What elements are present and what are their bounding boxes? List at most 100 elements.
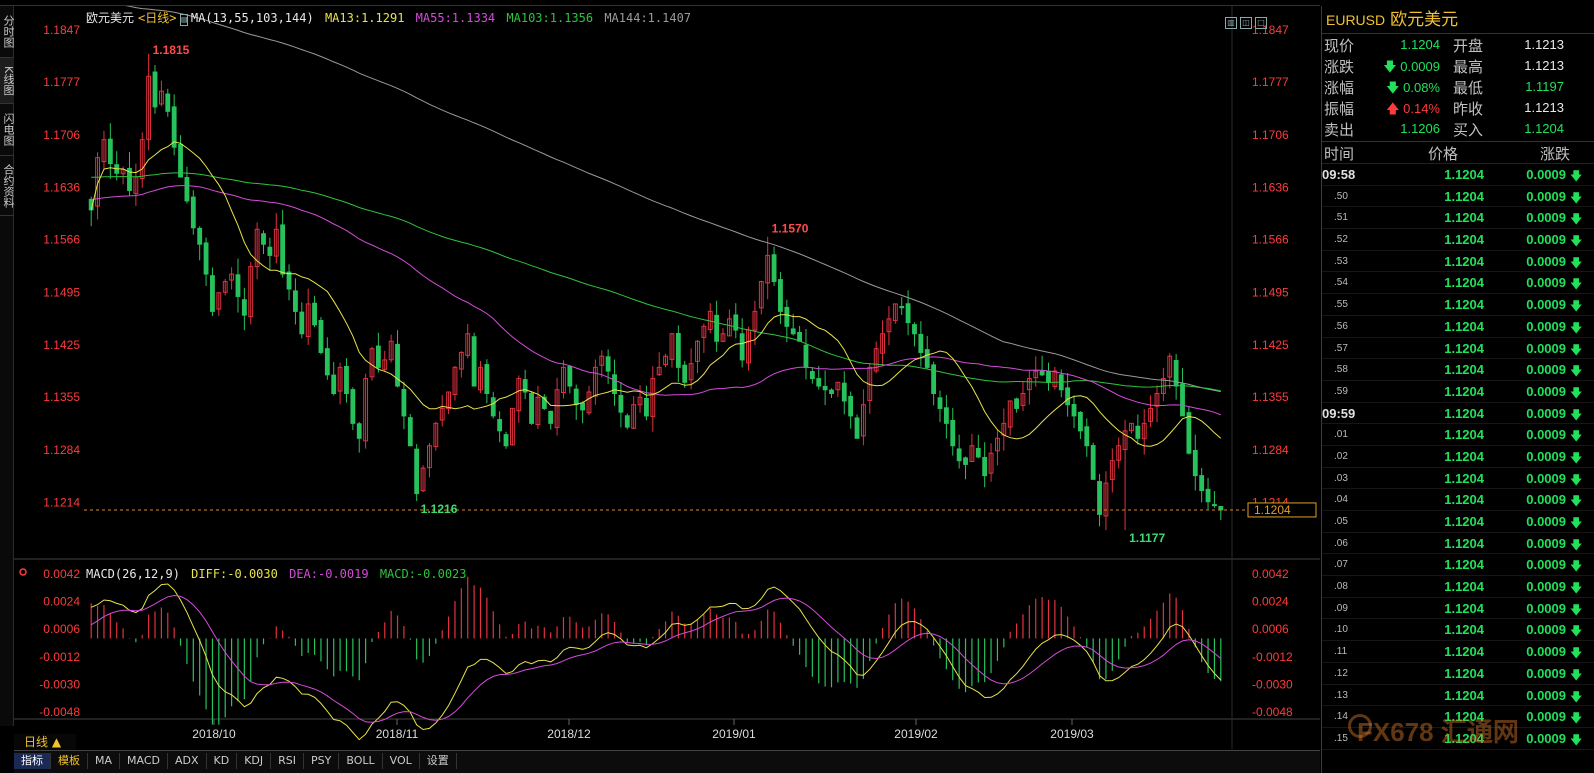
tab-kd[interactable]: KD bbox=[207, 753, 238, 769]
tick-change: 0.0009 bbox=[1526, 340, 1566, 356]
price-axis-label-left: 1.1847 bbox=[43, 23, 80, 37]
candle-body bbox=[899, 306, 905, 309]
tick-time: .11 bbox=[1334, 646, 1348, 658]
extreme-label: 1.1177 bbox=[1129, 531, 1165, 545]
tab-adx[interactable]: ADX bbox=[168, 753, 207, 769]
tab-vol[interactable]: VOL bbox=[383, 753, 420, 769]
tick-price: 1.1204 bbox=[1444, 275, 1484, 291]
candle-body bbox=[771, 254, 777, 283]
candle-body bbox=[1135, 425, 1141, 439]
tick-change: 0.0009 bbox=[1526, 644, 1566, 660]
tick-time: .13 bbox=[1334, 689, 1348, 701]
candle-body bbox=[778, 279, 783, 312]
tick-header-price: 价格 bbox=[1428, 145, 1459, 163]
tick-change: 0.0009 bbox=[1526, 448, 1566, 464]
maximize-icon[interactable]: □ bbox=[1255, 17, 1267, 29]
tick-row: .02 1.1204 0.0009 🡇 bbox=[1322, 446, 1594, 468]
macd-diff-line bbox=[91, 583, 1222, 741]
tick-row: .01 1.1204 0.0009 🡇 bbox=[1322, 424, 1594, 446]
tick-row: 09:59 1.1204 0.0009 🡇 bbox=[1322, 403, 1594, 425]
tick-time: .53 bbox=[1334, 255, 1348, 267]
candle-body bbox=[471, 336, 477, 387]
tab-macd[interactable]: MACD bbox=[120, 753, 168, 769]
tab-kline[interactable]: K线图 bbox=[0, 58, 15, 104]
price-axis-label-right: 1.1495 bbox=[1252, 286, 1289, 300]
tick-row: .10 1.1204 0.0009 🡇 bbox=[1322, 619, 1594, 642]
tab-indicator[interactable]: 指标 bbox=[14, 753, 51, 769]
tab-ma[interactable]: MA bbox=[88, 753, 121, 769]
tick-time: .55 bbox=[1334, 299, 1348, 311]
tick-change: 0.0009 bbox=[1526, 535, 1566, 551]
price-axis-label-right: 1.1355 bbox=[1252, 390, 1289, 404]
tab-rsi[interactable]: RSI bbox=[271, 753, 305, 769]
candle-body bbox=[982, 456, 988, 477]
candle-body bbox=[624, 415, 630, 428]
tick-time: .08 bbox=[1334, 581, 1348, 593]
candle-body bbox=[1039, 370, 1045, 376]
date-axis-label: 2019/02 bbox=[894, 727, 938, 741]
candle-body bbox=[573, 388, 579, 406]
candle-body bbox=[407, 417, 413, 447]
tab-flash-chart[interactable]: 闪电图 bbox=[0, 104, 15, 156]
candle-body bbox=[1199, 475, 1205, 492]
macd-info-bar: MACD(26,12,9) DIFF:-0.0030 DEA:-0.0019 M… bbox=[86, 567, 471, 581]
candle-body bbox=[241, 299, 247, 316]
extreme-label: 1.1216 bbox=[421, 502, 458, 516]
extreme-label: 1.1570 bbox=[772, 222, 809, 236]
quote-value: 1.1197 bbox=[1525, 79, 1564, 94]
tick-price: 1.1204 bbox=[1444, 514, 1484, 529]
candle-body bbox=[503, 434, 509, 447]
tab-psy[interactable]: PSY bbox=[304, 753, 340, 769]
price-axis-label-left: 1.1706 bbox=[43, 128, 80, 142]
period-selector[interactable]: 日线 ▲ bbox=[14, 734, 76, 750]
view-tabs: 分时图 K线图 闪电图 合约资料 bbox=[0, 6, 15, 726]
candle-body bbox=[950, 420, 956, 447]
macd-axis-label-right: -0.0030 bbox=[1252, 677, 1293, 691]
tick-time: .58 bbox=[1334, 364, 1348, 376]
tick-price: 1.1204 bbox=[1444, 427, 1484, 443]
quote-value: 1.1213 bbox=[1524, 58, 1564, 73]
tick-row: .54 1.1204 0.0009 🡇 bbox=[1322, 272, 1594, 295]
quote-stats: 现价 1.1204 开盘 1.1213 涨跌 🡇 0.0009 最高 1.1213 涨幅 🡇 0.… bbox=[1322, 34, 1594, 139]
candle-body bbox=[318, 320, 324, 353]
candle-body bbox=[324, 348, 330, 376]
tick-time: .14 bbox=[1334, 711, 1348, 723]
tick-row: .15 1.1204 0.0009 🡇 bbox=[1322, 728, 1594, 750]
extreme-label: 1.1815 bbox=[153, 43, 190, 57]
candle-body bbox=[714, 314, 720, 342]
tick-time: .51 bbox=[1334, 212, 1348, 224]
tick-price: 1.1204 bbox=[1444, 644, 1484, 660]
tick-row: .07 1.1204 0.0009 🡇 bbox=[1322, 554, 1594, 577]
chart-canvas[interactable]: 1.1847 1.18471.1777 1.17771.1706 1.17061.16… bbox=[14, 6, 1320, 749]
restore-icon[interactable]: ◫ bbox=[1240, 17, 1252, 29]
tick-row: .03 1.1204 0.0009 🡇 bbox=[1322, 468, 1594, 490]
tick-price: 1.1204 bbox=[1444, 210, 1484, 226]
ma-settings-icon[interactable]: ▤ bbox=[180, 14, 188, 26]
tab-template[interactable]: 模板 bbox=[51, 753, 88, 769]
tick-list[interactable]: 09:58 1.1204 0.0009 🡇 .50 1.1204 0.0009 🡇 .51 1.1… bbox=[1322, 164, 1594, 750]
layout-icon[interactable]: ▥ bbox=[1225, 17, 1237, 29]
candle-body bbox=[261, 233, 266, 245]
tab-kdj[interactable]: KDJ bbox=[237, 753, 272, 769]
tick-row: .55 1.1204 0.0009 🡇 bbox=[1322, 294, 1594, 316]
quote-header: EURUSD 欧元美元 bbox=[1322, 6, 1594, 34]
tick-change: 0.0009 bbox=[1526, 232, 1566, 248]
tab-time-share[interactable]: 分时图 bbox=[0, 6, 15, 58]
tick-change: 0.0009 bbox=[1526, 405, 1566, 421]
date-axis-label: 2018/11 bbox=[376, 727, 419, 741]
kline-chart[interactable]: 1.1847 1.1847 1.1777 1.1777 1.1706 1.1706 1.16… bbox=[14, 6, 1320, 749]
candle-body bbox=[350, 389, 356, 424]
tick-time: .57 bbox=[1334, 342, 1348, 354]
tick-change: 0.0009 bbox=[1526, 297, 1566, 313]
tab-contract-info[interactable]: 合约资料 bbox=[0, 156, 15, 216]
tab-boll[interactable]: BOLL bbox=[339, 753, 383, 769]
price-axis-label-left: 1.1636 bbox=[43, 180, 80, 194]
symbol-title: 欧元美元 bbox=[86, 11, 135, 25]
candle-body bbox=[401, 388, 407, 417]
price-axis-label-left: 1.1495 bbox=[43, 286, 80, 300]
tab-settings[interactable]: 设置 bbox=[420, 753, 457, 769]
candle-body bbox=[816, 378, 822, 387]
quote-label: 昨收 bbox=[1453, 100, 1484, 118]
indicator-toolbar: 指标 模板 MA MACD ADX KD KDJ RSI PSY BOLL VOL 设置 bbox=[14, 750, 1320, 773]
candle-body bbox=[484, 364, 490, 394]
